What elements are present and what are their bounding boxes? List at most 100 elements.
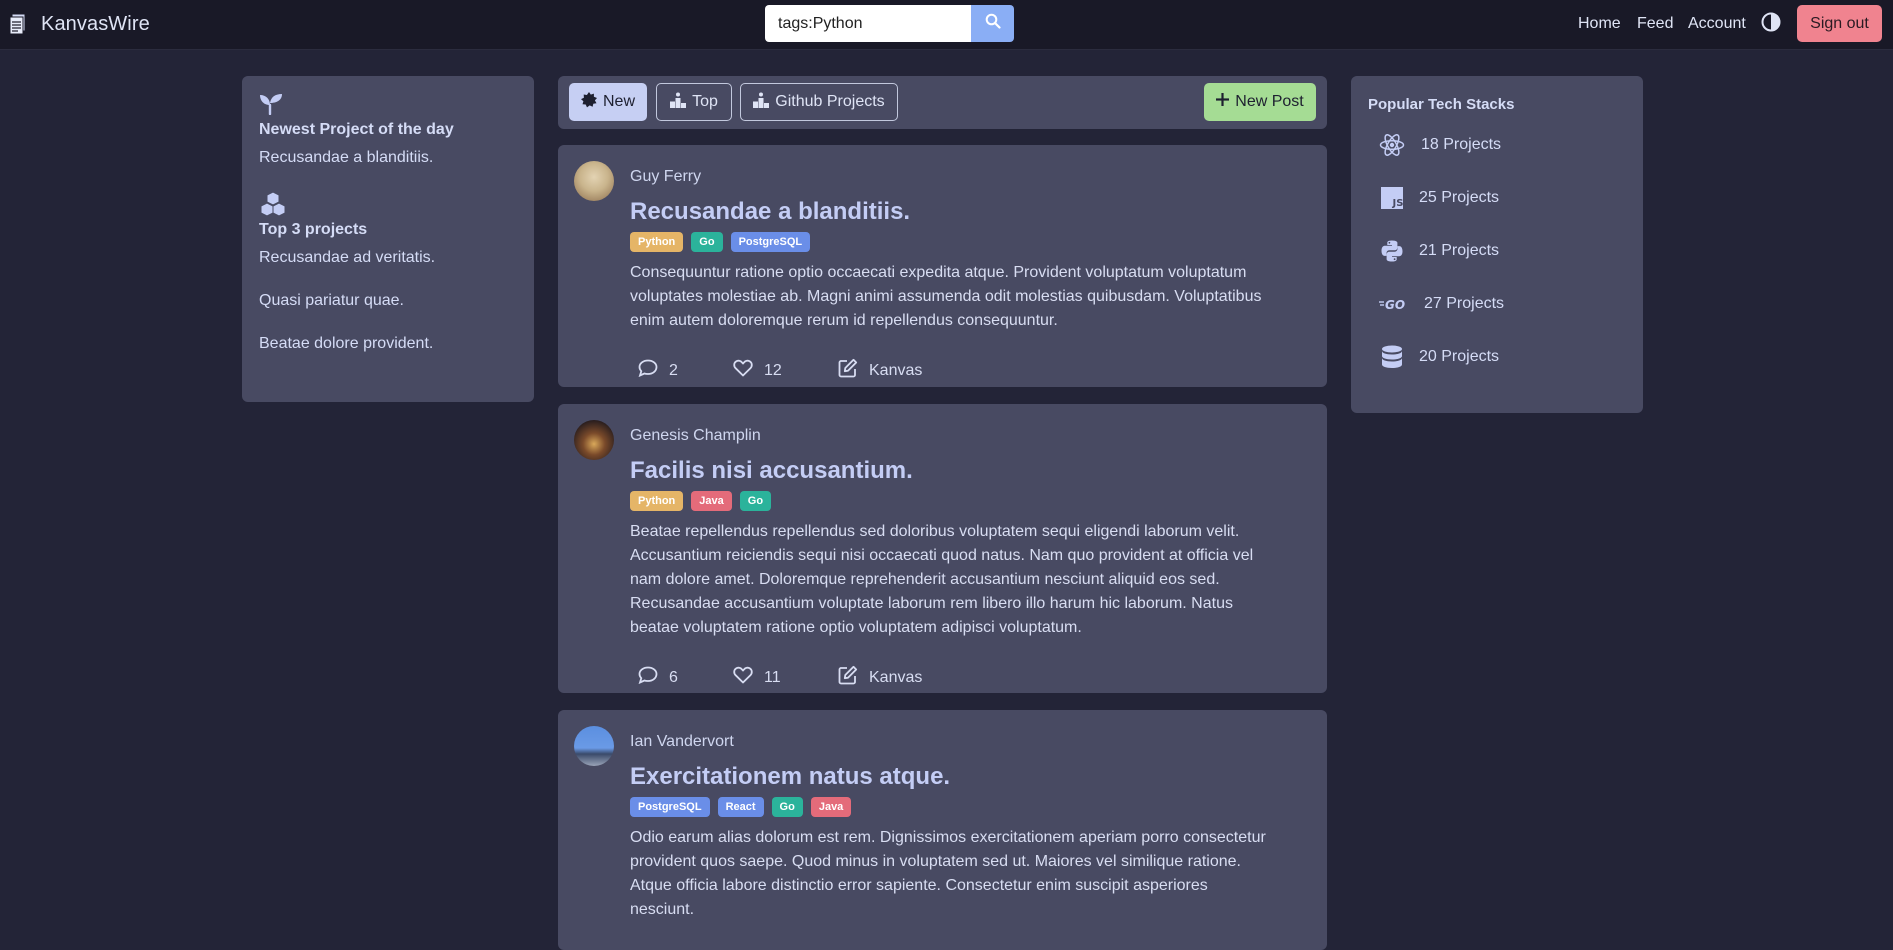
stack-row[interactable]: GO 27 Projects <box>1379 291 1504 317</box>
comment-icon <box>638 666 658 689</box>
tag-chip[interactable]: Go <box>771 797 803 817</box>
stack-count: 25 Projects <box>1419 189 1500 206</box>
edit-icon <box>838 358 858 383</box>
stack-count: 21 Projects <box>1419 242 1500 259</box>
post-author[interactable]: Guy Ferry <box>630 168 701 186</box>
react-icon <box>1379 132 1405 158</box>
podium-icon <box>753 92 770 113</box>
tag-chip[interactable]: PostgreSQL <box>730 232 811 252</box>
brand-name: KanvasWire <box>41 12 150 35</box>
post-card[interactable]: Genesis Champlin Facilis nisi accusantiu… <box>558 404 1327 693</box>
top-projects-title: Top 3 projects <box>259 221 368 238</box>
tag-chip[interactable]: Java <box>810 797 852 817</box>
new-post-button[interactable]: New Post <box>1204 83 1316 121</box>
tag-chip[interactable]: PostgreSQL <box>630 797 710 817</box>
tab-new[interactable]: New <box>569 83 647 121</box>
post-tags: PostgreSQL React Go Java <box>630 797 852 817</box>
popular-stacks-sidebar: Popular Tech Stacks 18 Projects JS 25 Pr… <box>1351 76 1643 413</box>
post-actions: 2 12 Kanvas <box>638 358 922 383</box>
stack-count: 18 Projects <box>1421 136 1502 153</box>
edit-icon <box>838 665 858 690</box>
comments-button[interactable]: 2 <box>638 359 733 382</box>
avatar[interactable] <box>574 726 614 766</box>
post-tags: Python Java Go <box>630 491 772 511</box>
tab-top-label: Top <box>692 93 718 110</box>
comment-count: 6 <box>669 668 678 686</box>
podium-icon <box>670 92 687 113</box>
comments-button[interactable]: 6 <box>638 666 733 689</box>
database-icon <box>1379 344 1405 370</box>
seedling-icon <box>259 93 517 116</box>
new-post-label: New Post <box>1235 93 1304 110</box>
post-title[interactable]: Recusandae a blanditiis. <box>630 198 910 226</box>
search-bar <box>765 5 1014 42</box>
post-body: Odio earum alias dolorum est rem. Dignis… <box>630 829 1266 918</box>
comment-count: 2 <box>669 361 678 379</box>
cubes-icon <box>259 191 517 217</box>
newest-project-title: Newest Project of the day <box>259 121 454 138</box>
tag-chip[interactable]: Java <box>691 491 732 511</box>
post-card[interactable]: Guy Ferry Recusandae a blanditiis. Pytho… <box>558 145 1327 387</box>
stack-count: 27 Projects <box>1424 295 1505 312</box>
post-body: Beatae repellendus repellendus sed dolor… <box>630 523 1254 636</box>
tab-new-label: New <box>602 93 635 110</box>
stack-row[interactable]: JS 25 Projects <box>1379 185 1499 211</box>
top-project-link[interactable]: Beatae dolore provident. <box>259 335 517 353</box>
tag-chip[interactable]: Go <box>691 232 723 252</box>
tag-chip[interactable]: Python <box>630 491 684 511</box>
brand[interactable]: KanvasWire <box>8 11 150 37</box>
svg-text:JS: JS <box>1392 198 1404 209</box>
nav-account-link[interactable]: Account <box>1688 15 1746 33</box>
logo-icon <box>8 13 28 35</box>
tag-chip[interactable]: Go <box>739 491 772 511</box>
theme-toggle-icon[interactable] <box>1761 12 1781 32</box>
newest-project-link[interactable]: Recusandae a blanditiis. <box>259 149 517 167</box>
comment-icon <box>638 359 658 382</box>
post-actions: 6 11 Kanvas <box>638 665 922 690</box>
post-author[interactable]: Genesis Champlin <box>630 427 761 445</box>
like-button[interactable]: 12 <box>733 359 838 382</box>
post-title[interactable]: Facilis nisi accusantium. <box>630 457 913 485</box>
edit-label: Kanvas <box>869 668 923 686</box>
python-icon <box>1379 238 1405 264</box>
post-tags: Python Go PostgreSQL <box>630 232 811 252</box>
search-input[interactable] <box>765 5 971 42</box>
tag-chip[interactable]: Python <box>630 232 684 252</box>
post-title[interactable]: Exercitationem natus atque. <box>630 763 950 791</box>
popular-stacks-title: Popular Tech Stacks <box>1368 96 1515 113</box>
heart-icon <box>733 666 753 689</box>
sign-out-button[interactable]: Sign out <box>1797 5 1882 42</box>
search-icon <box>985 13 1001 34</box>
tag-chip[interactable]: React <box>717 797 764 817</box>
avatar[interactable] <box>574 161 614 201</box>
top-project-link[interactable]: Recusandae ad veritatis. <box>259 249 517 267</box>
like-count: 11 <box>764 668 781 686</box>
feed-tabs-bar: New Top Github Projects New Post <box>558 76 1327 129</box>
go-icon: GO <box>1379 291 1409 317</box>
search-button[interactable] <box>971 5 1014 42</box>
stack-row[interactable]: 21 Projects <box>1379 238 1499 264</box>
post-body: Consequuntur ratione optio occaecati exp… <box>630 264 1262 329</box>
nav-feed-link[interactable]: Feed <box>1637 15 1673 33</box>
edit-button[interactable]: Kanvas <box>838 665 922 690</box>
avatar[interactable] <box>574 420 614 460</box>
edit-label: Kanvas <box>869 361 923 379</box>
like-button[interactable]: 11 <box>733 666 838 689</box>
post-card[interactable]: Ian Vandervort Exercitationem natus atqu… <box>558 710 1327 950</box>
left-sidebar: Newest Project of the day Recusandae a b… <box>242 76 534 402</box>
like-count: 12 <box>764 361 782 379</box>
edit-button[interactable]: Kanvas <box>838 358 922 383</box>
tab-top[interactable]: Top <box>656 83 732 121</box>
nav-home-link[interactable]: Home <box>1578 15 1621 33</box>
navbar: KanvasWire Home Feed Account Sign out <box>0 0 1893 50</box>
stack-row[interactable]: 18 Projects <box>1379 132 1501 158</box>
post-author[interactable]: Ian Vandervort <box>630 733 734 751</box>
badge-icon <box>580 91 597 113</box>
top-project-link[interactable]: Quasi pariatur quae. <box>259 292 517 310</box>
tab-github-label: Github Projects <box>775 93 885 110</box>
stack-count: 20 Projects <box>1419 348 1500 365</box>
svg-text:GO: GO <box>1385 298 1405 311</box>
stack-row[interactable]: 20 Projects <box>1379 344 1499 370</box>
javascript-icon: JS <box>1379 185 1405 211</box>
tab-github-projects[interactable]: Github Projects <box>740 83 898 121</box>
